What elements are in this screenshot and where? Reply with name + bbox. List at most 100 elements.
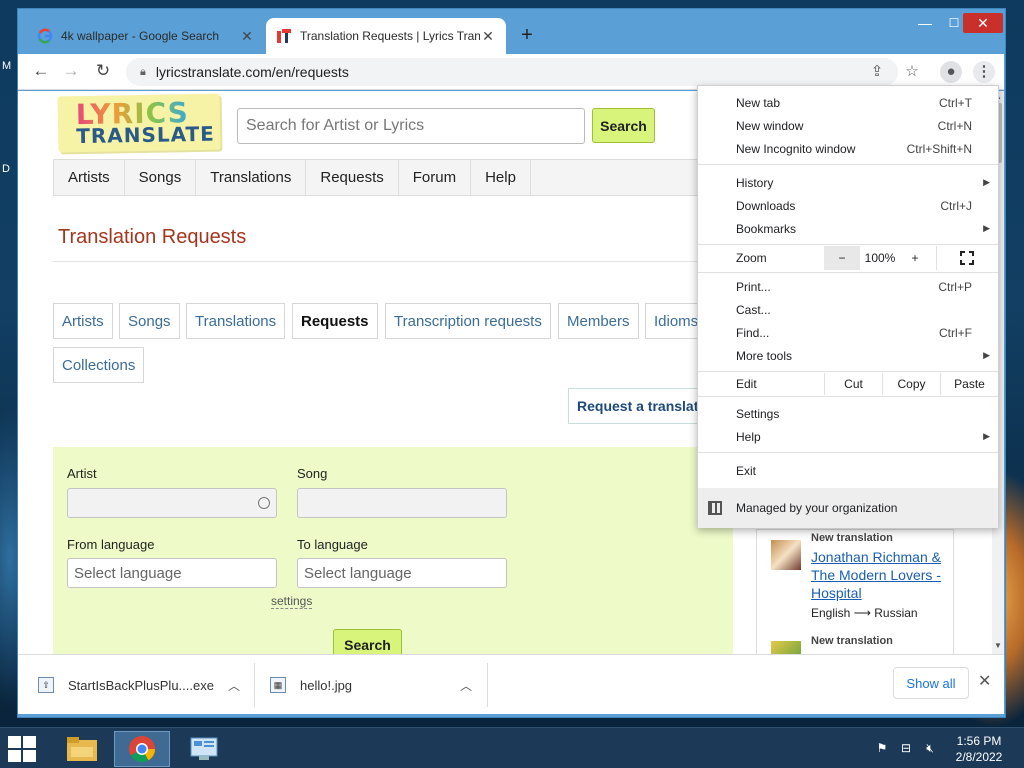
desktop-icon-label[interactable]: M xyxy=(2,60,11,72)
subtab-members[interactable]: Members xyxy=(558,303,639,339)
close-downloads-bar-icon[interactable]: ✕ xyxy=(978,671,991,691)
reload-button[interactable]: ↻ xyxy=(88,61,118,81)
subtab-translations[interactable]: Translations xyxy=(186,303,286,339)
menu-managed-by-organization[interactable]: Managed by your organization xyxy=(698,488,998,528)
zoom-out-button[interactable]: − xyxy=(824,246,860,270)
menu-settings[interactable]: Settings xyxy=(698,402,998,425)
menu-bookmarks[interactable]: Bookmarks ▶ xyxy=(698,217,998,240)
cut-button[interactable]: Cut xyxy=(824,373,882,395)
nav-artists[interactable]: Artists xyxy=(54,160,125,195)
site-search-input[interactable]: Search for Artist or Lyrics xyxy=(237,108,585,144)
chrome-menu: New tab Ctrl+T New window Ctrl+N New Incog… xyxy=(697,85,999,528)
to-language-select[interactable]: Select language xyxy=(297,558,507,588)
lyricstranslate-icon xyxy=(277,29,291,43)
folder-icon xyxy=(67,737,97,761)
artist-input[interactable] xyxy=(67,488,277,518)
menu-more-tools[interactable]: More tools ▶ xyxy=(698,344,998,367)
subtab-songs[interactable]: Songs xyxy=(119,303,180,339)
menu-separator xyxy=(698,452,998,453)
avatar[interactable] xyxy=(771,641,801,654)
paste-button[interactable]: Paste xyxy=(940,373,998,395)
download-item[interactable]: ▦ hello!.jpg ︿ xyxy=(270,655,486,715)
nav-forum[interactable]: Forum xyxy=(399,160,472,195)
show-all-downloads-button[interactable]: Show all xyxy=(893,667,969,699)
menu-new-tab[interactable]: New tab Ctrl+T xyxy=(698,91,998,114)
loading-circle-icon xyxy=(258,497,270,509)
download-filename: StartIsBackPlusPlu....exe xyxy=(68,677,214,693)
fullscreen-icon xyxy=(959,251,974,265)
close-tab-icon[interactable]: ✕ xyxy=(480,28,496,45)
tab-google-search[interactable]: 4k wallpaper - Google Search ✕ xyxy=(27,18,265,54)
settings-link[interactable]: settings xyxy=(271,594,313,609)
subtab-artists[interactable]: Artists xyxy=(53,303,113,339)
menu-label: Edit xyxy=(736,377,757,391)
start-button[interactable] xyxy=(8,736,36,762)
avatar[interactable] xyxy=(771,540,801,570)
nav-requests[interactable]: Requests xyxy=(306,160,399,195)
copy-button[interactable]: Copy xyxy=(882,373,940,395)
nav-translations[interactable]: Translations xyxy=(196,160,307,195)
from-language-select[interactable]: Select language xyxy=(67,558,277,588)
download-filename: hello!.jpg xyxy=(300,677,353,693)
download-item[interactable]: ⇧ StartIsBackPlusPlu....exe ︿ xyxy=(38,655,254,715)
subtab-collections[interactable]: Collections xyxy=(53,347,145,383)
taskbar-file-explorer[interactable] xyxy=(54,731,110,767)
menu-label: Zoom xyxy=(736,251,767,265)
menu-label: Exit xyxy=(736,463,757,478)
form-search-button[interactable]: Search xyxy=(333,629,402,654)
menu-cast[interactable]: Cast... xyxy=(698,298,998,321)
subtab-idioms[interactable]: Idioms xyxy=(645,303,705,339)
network-icon[interactable]: ⊟ xyxy=(898,741,914,757)
menu-new-incognito-window[interactable]: New Incognito window Ctrl+Shift+N xyxy=(698,137,998,160)
clock-time: 1:56 PM xyxy=(956,734,1002,748)
volume-muted-icon[interactable]: 🔇︎ xyxy=(922,741,938,757)
nav-songs[interactable]: Songs xyxy=(125,160,197,195)
menu-label: Managed by your organization xyxy=(736,501,898,515)
desktop-icon-label[interactable]: D xyxy=(2,163,10,175)
menu-history[interactable]: History ▶ xyxy=(698,171,998,194)
chrome-menu-icon[interactable]: ⋮ xyxy=(973,61,995,83)
new-tab-button[interactable]: + xyxy=(515,24,539,47)
back-button[interactable]: ← xyxy=(26,61,56,81)
menu-print[interactable]: Print... Ctrl+P xyxy=(698,275,998,298)
scroll-down-icon[interactable]: ▼ xyxy=(994,641,1002,650)
tab-title: Translation Requests | Lyrics Tran xyxy=(300,29,480,43)
share-icon[interactable]: ⇪ xyxy=(866,61,888,83)
zoom-in-button[interactable]: + xyxy=(900,246,930,270)
address-bar[interactable]: 🔒︎ lyricstranslate.com/en/requests ⇪ xyxy=(126,58,898,86)
logo-translate: TRANSLATE xyxy=(76,121,216,149)
menu-help[interactable]: Help ▶ xyxy=(698,425,998,448)
chevron-up-icon[interactable]: ︿ xyxy=(460,677,472,694)
nav-help[interactable]: Help xyxy=(471,160,531,195)
fullscreen-button[interactable] xyxy=(936,246,996,270)
menu-find[interactable]: Find... Ctrl+F xyxy=(698,321,998,344)
image-file-icon: ▦ xyxy=(270,677,286,693)
menu-label: New Incognito window xyxy=(736,141,856,156)
menu-label: Downloads xyxy=(736,198,796,213)
profile-icon[interactable]: ● xyxy=(940,61,962,83)
close-tab-icon[interactable]: ✕ xyxy=(239,28,255,45)
taskbar-control-panel[interactable] xyxy=(176,731,232,767)
subtab-transcription-requests[interactable]: Transcription requests xyxy=(385,303,551,339)
menu-shortcut: Ctrl+P xyxy=(938,279,972,294)
taskbar-chrome[interactable] xyxy=(114,731,170,767)
clock-date: 2/8/2022 xyxy=(955,750,1003,764)
subtab-requests[interactable]: Requests xyxy=(292,303,378,339)
bookmark-star-icon[interactable]: ☆ xyxy=(901,61,923,83)
activity-sidebar: New translation Jonathan Richman & The M… xyxy=(756,529,954,654)
tab-lyrics-translate[interactable]: Translation Requests | Lyrics Tran ✕ xyxy=(266,18,506,54)
request-translation-button[interactable]: Request a translation xyxy=(568,388,708,424)
menu-exit[interactable]: Exit xyxy=(698,459,998,482)
chevron-up-icon[interactable]: ︿ xyxy=(228,677,240,694)
site-logo[interactable]: LYRICS TRANSLATE xyxy=(57,93,221,153)
action-center-flag-icon[interactable]: ⚑ xyxy=(874,741,890,757)
feed-song-link[interactable]: Jonathan Richman & The Modern Lovers - H… xyxy=(811,548,951,602)
menu-shortcut: Ctrl+T xyxy=(939,95,972,110)
site-search-button[interactable]: Search xyxy=(592,108,655,143)
system-clock[interactable]: 1:56 PM 2/8/2022 xyxy=(945,733,1013,765)
menu-downloads[interactable]: Downloads Ctrl+J xyxy=(698,194,998,217)
menu-label: Bookmarks xyxy=(736,221,797,236)
forward-button[interactable]: → xyxy=(56,61,86,81)
song-input[interactable] xyxy=(297,488,507,518)
menu-new-window[interactable]: New window Ctrl+N xyxy=(698,114,998,137)
